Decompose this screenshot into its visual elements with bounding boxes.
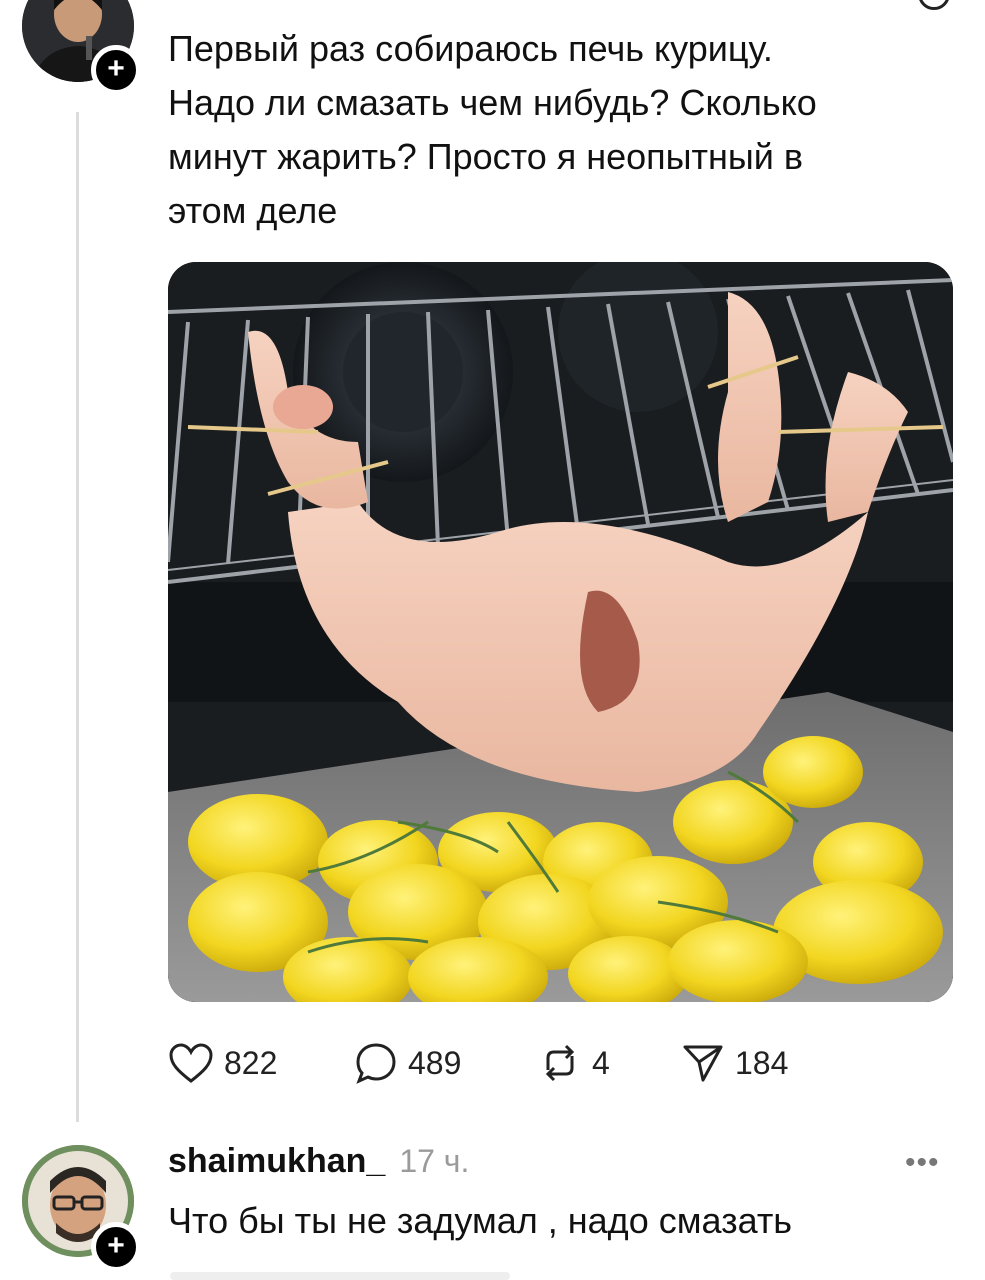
- post-text-line: минут жарить? Просто я неопытный в: [168, 136, 804, 177]
- post-text-line: Первый раз собираюсь печь курицу.: [168, 28, 773, 69]
- post-text-line: Надо ли смазать чем нибудь? Сколько: [168, 82, 817, 123]
- like-button[interactable]: 822: [168, 1040, 277, 1086]
- reply-more-icon[interactable]: •••: [905, 1146, 940, 1180]
- reply-username[interactable]: shaimukhan_: [168, 1142, 385, 1181]
- next-item-preview: [170, 1272, 510, 1280]
- share-count: 184: [735, 1044, 789, 1081]
- plus-icon: +: [107, 52, 125, 85]
- repost-button[interactable]: 4: [538, 1040, 610, 1086]
- reply-button[interactable]: 489: [354, 1040, 461, 1086]
- reply-count: 489: [408, 1044, 462, 1081]
- post-image[interactable]: [168, 262, 953, 1002]
- post-options-icon[interactable]: [918, 0, 950, 10]
- plus-icon: +: [107, 1229, 125, 1262]
- repost-count: 4: [592, 1044, 610, 1081]
- post-text-line: этом деле: [168, 190, 338, 231]
- send-icon: [683, 1045, 723, 1082]
- comment-icon: [356, 1043, 396, 1084]
- share-button[interactable]: 184: [681, 1040, 788, 1086]
- reply-header: shaimukhan_ 17 ч.: [168, 1142, 469, 1181]
- repost-icon: [545, 1044, 575, 1082]
- post-actions: 822 489 4 184: [168, 1040, 868, 1086]
- like-count: 822: [224, 1044, 278, 1081]
- follow-author-button[interactable]: +: [91, 45, 141, 95]
- post-text: Первый раз собираюсь печь курицу. Надо л…: [168, 22, 948, 238]
- follow-reply-author-button[interactable]: +: [91, 1222, 141, 1272]
- reply-timestamp: 17 ч.: [399, 1143, 470, 1179]
- reply-text: Что бы ты не задумал , надо смазать: [168, 1200, 793, 1241]
- heart-icon: [169, 1043, 213, 1083]
- thread-line: [76, 112, 79, 1122]
